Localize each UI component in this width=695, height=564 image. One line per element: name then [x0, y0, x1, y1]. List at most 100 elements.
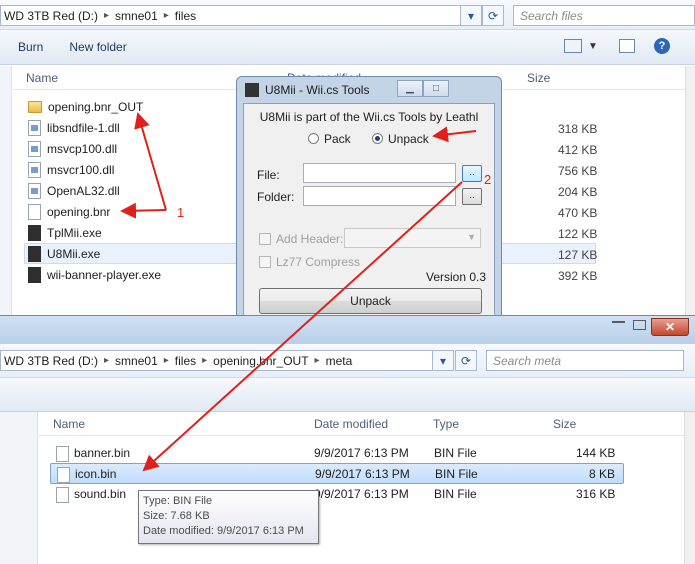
command-bar: Burn New folder ▼ ? — [0, 30, 695, 65]
new-folder-button[interactable]: New folder — [61, 40, 134, 54]
checkbox-icon — [259, 233, 271, 245]
crumb-meta[interactable]: meta — [323, 354, 356, 368]
minimize-icon[interactable] — [612, 320, 625, 323]
file-name: icon.bin — [75, 467, 117, 481]
list-item[interactable]: msvcp100.dll — [28, 138, 117, 159]
file-name: OpenAL32.dll — [47, 183, 120, 198]
file-icon — [56, 446, 69, 462]
help-icon[interactable]: ? — [654, 38, 670, 54]
unpack-radio[interactable]: Unpack — [372, 132, 429, 146]
folder-field[interactable] — [303, 186, 456, 206]
file-size: 412 KB — [558, 143, 598, 157]
window-title-bar: ✕ — [0, 316, 695, 344]
list-item[interactable]: libsndfile-1.dll — [28, 117, 120, 138]
nav-pane-edge — [0, 66, 12, 320]
add-header-label: Add Header: — [276, 232, 344, 246]
chevron-down-icon[interactable]: ▼ — [588, 41, 598, 52]
explorer-window-meta: ✕ WD 3TB Red (D:) ▸ smne01 ▸ files ▸ ope… — [0, 315, 695, 564]
file-size: 316 KB — [576, 487, 616, 501]
column-header-date[interactable]: Date modified — [314, 417, 388, 431]
file-size: 756 KB — [558, 164, 598, 178]
file-size: 392 KB — [558, 269, 598, 283]
preview-pane-icon[interactable] — [619, 39, 635, 53]
lz77-checkbox[interactable]: Lz77 Compress — [259, 255, 360, 269]
file-field[interactable] — [303, 163, 456, 183]
dropdown-arrow-icon[interactable]: ▾ — [432, 350, 454, 371]
crumb-files[interactable]: files — [172, 354, 199, 368]
nav-pane — [0, 412, 38, 564]
breadcrumb[interactable]: WD 3TB Red (D:) ▸ smne01 ▸ files — [0, 5, 478, 26]
crumb-opening-bnr-out[interactable]: opening.bnr_OUT — [210, 354, 311, 368]
tooltip-size: Size: 7.68 KB — [143, 510, 210, 522]
app-icon — [245, 83, 259, 97]
browse-file-button[interactable]: .. — [462, 165, 482, 182]
file-size: 318 KB — [558, 122, 598, 136]
minimize-button[interactable]: ▁ — [397, 80, 423, 97]
chevron-right-icon[interactable]: ▸ — [161, 355, 172, 366]
search-input[interactable]: Search files — [513, 5, 695, 26]
crumb-drive[interactable]: WD 3TB Red (D:) — [1, 354, 101, 368]
file-name: wii-banner-player.exe — [47, 267, 162, 282]
view-icon[interactable] — [564, 39, 582, 53]
unpack-button[interactable]: Unpack — [259, 288, 482, 314]
browse-folder-button[interactable]: .. — [462, 188, 482, 205]
add-header-checkbox[interactable]: Add Header: — [259, 232, 343, 246]
file-type: BIN File — [435, 467, 478, 481]
search-input[interactable]: Search meta — [486, 350, 684, 371]
file-name: U8Mii.exe — [47, 246, 101, 261]
chevron-right-icon[interactable]: ▸ — [312, 355, 323, 366]
list-item[interactable]: wii-banner-player.exe — [28, 264, 161, 285]
table-row[interactable]: banner.bin 9/9/2017 6:13 PM BIN File 144… — [50, 443, 624, 464]
file-name: msvcp100.dll — [47, 141, 118, 156]
radio-icon — [308, 133, 319, 144]
list-item[interactable]: msvcr100.dll — [28, 159, 114, 180]
chevron-right-icon[interactable]: ▸ — [161, 10, 172, 21]
chevron-right-icon[interactable]: ▸ — [101, 355, 112, 366]
crumb-drive[interactable]: WD 3TB Red (D:) — [1, 9, 101, 23]
file-label: File: — [257, 168, 280, 182]
column-header-size[interactable]: Size — [553, 417, 576, 431]
scrollbar[interactable] — [684, 412, 695, 564]
header-select[interactable]: ▼ — [344, 228, 481, 248]
file-size: 204 KB — [558, 185, 598, 199]
u8mii-dialog: U8Mii - Wii.cs Tools ▁ □ U8Mii is part o… — [236, 76, 502, 320]
breadcrumb[interactable]: WD 3TB Red (D:) ▸ smne01 ▸ files ▸ openi… — [0, 350, 452, 371]
file-name: sound.bin — [74, 487, 127, 501]
maximize-icon[interactable] — [633, 320, 646, 330]
column-header-name[interactable]: Name — [26, 71, 58, 85]
crumb-files[interactable]: files — [172, 9, 199, 23]
scrollbar[interactable] — [685, 66, 695, 320]
table-row-selected[interactable]: icon.bin 9/9/2017 6:13 PM BIN File 8 KB — [50, 463, 624, 484]
dropdown-arrow-icon[interactable]: ▾ — [460, 5, 482, 26]
burn-button[interactable]: Burn — [10, 40, 51, 54]
table-row[interactable]: sound.bin 9/9/2017 6:13 PM BIN File 316 … — [50, 484, 624, 505]
list-item[interactable]: TplMii.exe — [28, 222, 102, 243]
file-size: 127 KB — [558, 248, 598, 262]
file-size: 8 KB — [589, 467, 616, 481]
folder-icon — [28, 100, 42, 113]
column-header-name[interactable]: Name — [53, 417, 85, 431]
list-item[interactable]: opening.bnr — [28, 201, 110, 222]
column-header-type[interactable]: Type — [433, 417, 459, 431]
dialog-header: U8Mii is part of the Wii.cs Tools by Lea… — [259, 110, 479, 124]
dll-icon — [28, 182, 41, 199]
chevron-right-icon[interactable]: ▸ — [199, 355, 210, 366]
file-date: 9/9/2017 6:13 PM — [315, 467, 410, 481]
list-item[interactable]: opening.bnr_OUT — [28, 96, 143, 117]
refresh-icon[interactable]: ⟳ — [455, 350, 477, 371]
list-item[interactable]: OpenAL32.dll — [28, 180, 120, 201]
dialog-title: U8Mii - Wii.cs Tools — [265, 83, 370, 97]
maximize-button[interactable]: □ — [423, 80, 449, 97]
refresh-icon[interactable]: ⟳ — [482, 5, 504, 26]
crumb-smne01[interactable]: smne01 — [112, 9, 161, 23]
crumb-smne01[interactable]: smne01 — [112, 354, 161, 368]
checkbox-icon — [259, 256, 271, 268]
file-icon — [57, 467, 70, 483]
pack-radio[interactable]: Pack — [308, 132, 351, 146]
dialog-title-bar: U8Mii - Wii.cs Tools — [237, 77, 501, 103]
close-button[interactable]: ✕ — [651, 318, 689, 336]
file-name: libsndfile-1.dll — [47, 120, 120, 135]
column-header-size[interactable]: Size — [527, 71, 550, 85]
list-item[interactable]: U8Mii.exe — [28, 243, 100, 264]
chevron-right-icon[interactable]: ▸ — [101, 10, 112, 21]
